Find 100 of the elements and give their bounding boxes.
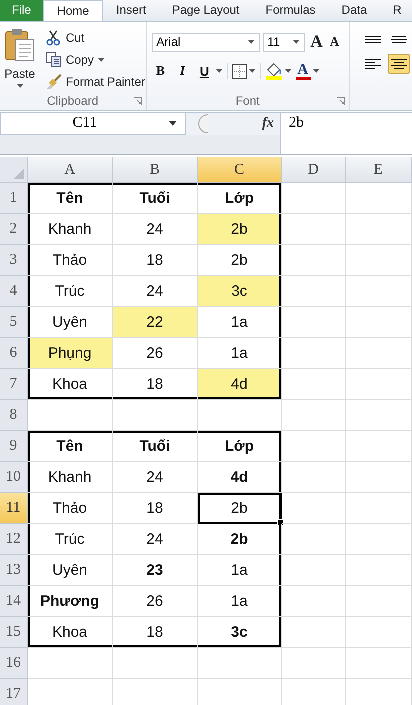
row-header[interactable]: 3 [0, 245, 28, 276]
table-cell [346, 214, 412, 245]
formula-input[interactable]: 2b [280, 112, 412, 154]
table-cell: 18 [113, 369, 198, 400]
font-style-button[interactable]: U [196, 64, 214, 78]
table-cell [346, 555, 412, 586]
ribbon-tab[interactable]: Data [328, 0, 380, 21]
borders-icon[interactable] [232, 64, 247, 78]
row-header[interactable]: 8 [0, 400, 28, 431]
align-button[interactable] [388, 54, 410, 74]
row-header[interactable]: 5 [0, 307, 28, 338]
font-size-field[interactable]: 11 [262, 32, 305, 52]
format-painter-button[interactable]: Format Painter [46, 73, 146, 90]
table-cell [346, 400, 412, 431]
caret-icon[interactable] [312, 69, 320, 73]
table-cell: 2b [198, 524, 282, 555]
table-cell: 23 [113, 555, 198, 586]
caret-icon [169, 121, 177, 126]
row-header[interactable]: 10 [0, 462, 28, 493]
table-cell: 26 [113, 586, 198, 617]
clipboard-icon [4, 28, 36, 62]
table-cell [346, 183, 412, 214]
table-cell: Tuổi [113, 183, 198, 214]
table-cell: Khoa [28, 617, 113, 648]
ribbon-tab[interactable]: Insert [103, 0, 160, 21]
column-header[interactable]: C [198, 157, 282, 183]
ribbon-tab[interactable]: R [380, 0, 412, 21]
table-cell [346, 307, 412, 338]
copy-icon [46, 52, 62, 68]
font-color-button[interactable]: A [296, 62, 310, 80]
table-cell [346, 648, 412, 679]
triangle-icon [14, 169, 24, 179]
row-header[interactable]: 4 [0, 276, 28, 307]
caret-icon [16, 84, 24, 88]
font-name-field[interactable]: Arial [152, 32, 260, 52]
paintbrush-icon [46, 74, 62, 90]
table-cell: Lớp [198, 431, 282, 462]
table-cell: Khanh [28, 462, 113, 493]
copy-button[interactable]: Copy [46, 51, 146, 68]
insert-function-button[interactable]: fx [262, 116, 274, 132]
caret-icon[interactable] [248, 69, 256, 73]
row-header[interactable]: 9 [0, 431, 28, 462]
table-cell: Phương [28, 586, 113, 617]
column-header[interactable]: A [28, 157, 113, 183]
name-box[interactable]: C11 [0, 112, 186, 135]
column-header[interactable]: E [346, 157, 412, 183]
row-header[interactable]: 16 [0, 648, 28, 679]
table-cell: 3c [198, 276, 282, 307]
table-cell: Tên [28, 431, 113, 462]
table-cell: Trúc [28, 524, 113, 555]
ribbon-tab[interactable]: Home [43, 0, 104, 21]
table-cell: Tuổi [113, 431, 198, 462]
table-cell: 4d [198, 462, 282, 493]
table-cell [282, 431, 346, 462]
table-cell: 18 [113, 493, 198, 524]
ribbon-tab[interactable]: Page Layout [159, 0, 253, 21]
grow-font-button[interactable]: A [310, 32, 323, 52]
table-cell: 1a [198, 586, 282, 617]
table-cell [346, 431, 412, 462]
ribbon-tab[interactable]: Formulas [252, 0, 329, 21]
cut-button[interactable]: Cut [46, 29, 146, 46]
column-header[interactable]: B [113, 157, 198, 183]
row-header[interactable]: 6 [0, 338, 28, 369]
table-cell [346, 617, 412, 648]
caret-icon[interactable] [284, 69, 292, 73]
caret-icon[interactable] [216, 69, 223, 73]
table-cell: Thảo [28, 245, 113, 276]
ribbon-tab[interactable]: File [0, 0, 44, 21]
table-cell [346, 586, 412, 617]
row-header[interactable]: 15 [0, 617, 28, 648]
row-header[interactable]: 1 [0, 183, 28, 214]
table-cell [346, 276, 412, 307]
row-header[interactable]: 11 [0, 493, 28, 524]
font-style-button[interactable]: I [174, 63, 192, 79]
table-cell: 18 [113, 617, 198, 648]
row-header[interactable]: 7 [0, 369, 28, 400]
column-header[interactable]: D [282, 157, 346, 183]
font-style-button[interactable]: B [152, 63, 170, 79]
table-cell: 3c [198, 617, 282, 648]
table-cell: 24 [113, 524, 198, 555]
align-lines-icon [365, 58, 381, 70]
shrink-font-button[interactable]: A [330, 34, 340, 50]
table-cell: 26 [113, 338, 198, 369]
table-cell [282, 245, 346, 276]
row-header[interactable]: 17 [0, 679, 28, 705]
table-cell: Tên [28, 183, 113, 214]
table-cell: 1a [198, 555, 282, 586]
fill-color-icon[interactable] [264, 62, 283, 80]
row-header[interactable]: 13 [0, 555, 28, 586]
table-cell: Lớp [198, 183, 282, 214]
paste-button[interactable]: Paste [0, 22, 40, 92]
table-cell [282, 586, 346, 617]
row-header[interactable]: 12 [0, 524, 28, 555]
dialog-launcher-icon[interactable] [134, 97, 142, 105]
row-header[interactable]: 2 [0, 214, 28, 245]
table-cell: 2b [198, 214, 282, 245]
dialog-launcher-icon[interactable] [337, 97, 345, 105]
row-header[interactable]: 14 [0, 586, 28, 617]
align-lines-icon [391, 58, 407, 70]
align-lines-icon [391, 36, 407, 44]
